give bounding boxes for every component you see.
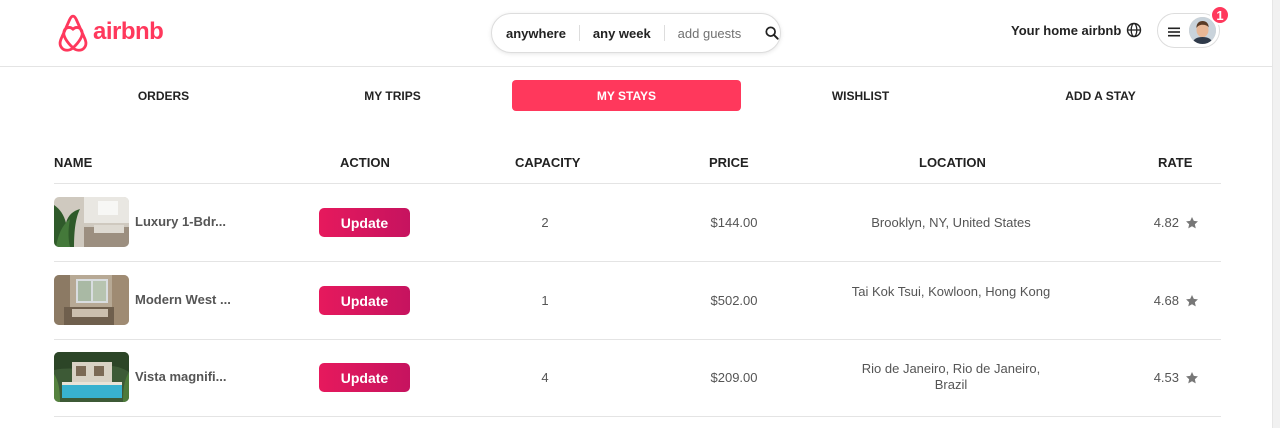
scrollbar[interactable] <box>1272 0 1280 428</box>
table-row: Vista magnifi... Update 4 $209.00 Rio de… <box>54 339 1221 417</box>
search-location[interactable]: anywhere <box>506 26 566 41</box>
search-divider <box>663 25 665 41</box>
rating-value: 4.53 <box>1153 370 1179 385</box>
search-dates[interactable]: any week <box>593 26 651 41</box>
update-button[interactable]: Update <box>319 286 410 315</box>
tab-wishlist[interactable]: WISHLIST <box>751 80 970 111</box>
stay-capacity: 1 <box>541 293 549 308</box>
search-icon[interactable] <box>763 24 780 42</box>
stay-location: Brooklyn, NY, United States <box>871 215 1031 230</box>
stay-name[interactable]: Luxury 1-Bdr... <box>135 214 226 229</box>
stay-location: Rio de Janeiro, Rio de Janeiro, Brazil <box>861 361 1041 392</box>
rating-value: 4.68 <box>1153 293 1179 308</box>
stay-location: Tai Kok Tsui, Kowloon, Hong Kong <box>851 284 1051 299</box>
stay-capacity: 2 <box>541 215 549 230</box>
column-header-rate: RATE <box>1158 155 1193 170</box>
column-header-location: LOCATION <box>919 155 986 170</box>
column-header-price: PRICE <box>709 155 749 170</box>
host-link[interactable]: Your home airbnb <box>1011 23 1121 38</box>
stay-name[interactable]: Vista magnifi... <box>135 369 227 384</box>
stay-price: $209.00 <box>710 370 758 385</box>
update-button[interactable]: Update <box>319 208 410 237</box>
stay-rating: 4.68 <box>1139 293 1199 308</box>
search-divider <box>578 25 580 41</box>
tab-my-stays[interactable]: MY STAYS <box>512 80 741 111</box>
stay-thumbnail[interactable] <box>54 275 129 325</box>
search-guests[interactable]: add guests <box>678 26 742 41</box>
stay-price: $144.00 <box>710 215 758 230</box>
rating-value: 4.82 <box>1153 215 1179 230</box>
star-icon <box>1186 294 1198 306</box>
table-row: Modern West ... Update 1 $502.00 Tai Kok… <box>54 262 1221 340</box>
update-button[interactable]: Update <box>319 363 410 392</box>
stays-tabs: ORDERS MY TRIPS MY STAYS WISHLIST ADD A … <box>54 80 1221 111</box>
table-header: NAME ACTION CAPACITY PRICE LOCATION RATE <box>54 145 1221 184</box>
tab-orders[interactable]: ORDERS <box>54 80 273 111</box>
star-icon <box>1186 216 1198 228</box>
brand-name: airbnb <box>93 18 164 45</box>
stay-name[interactable]: Modern West ... <box>135 292 231 307</box>
tab-my-trips[interactable]: MY TRIPS <box>283 80 502 111</box>
column-header-action: ACTION <box>340 155 390 170</box>
top-header: airbnb anywhere any week add guests Your… <box>0 0 1272 67</box>
globe-icon[interactable] <box>1126 22 1144 40</box>
tab-add-a-stay[interactable]: ADD A STAY <box>980 80 1221 111</box>
search-bar[interactable]: anywhere any week add guests <box>491 13 781 53</box>
star-icon <box>1186 371 1198 383</box>
table-row: Luxury 1-Bdr... Update 2 $144.00 Brookly… <box>54 184 1221 262</box>
airbnb-logo[interactable]: airbnb <box>54 12 164 52</box>
stay-rating: 4.53 <box>1139 370 1199 385</box>
hamburger-icon <box>1168 25 1180 37</box>
stay-thumbnail[interactable] <box>54 352 129 402</box>
stay-rating: 4.82 <box>1139 215 1199 230</box>
stay-capacity: 4 <box>541 370 549 385</box>
airbnb-logo-icon <box>58 14 88 52</box>
column-header-capacity: CAPACITY <box>515 155 581 170</box>
notification-badge: 1 <box>1210 5 1230 25</box>
stay-thumbnail[interactable] <box>54 197 129 247</box>
column-header-name: NAME <box>54 155 93 170</box>
stay-price: $502.00 <box>710 293 758 308</box>
